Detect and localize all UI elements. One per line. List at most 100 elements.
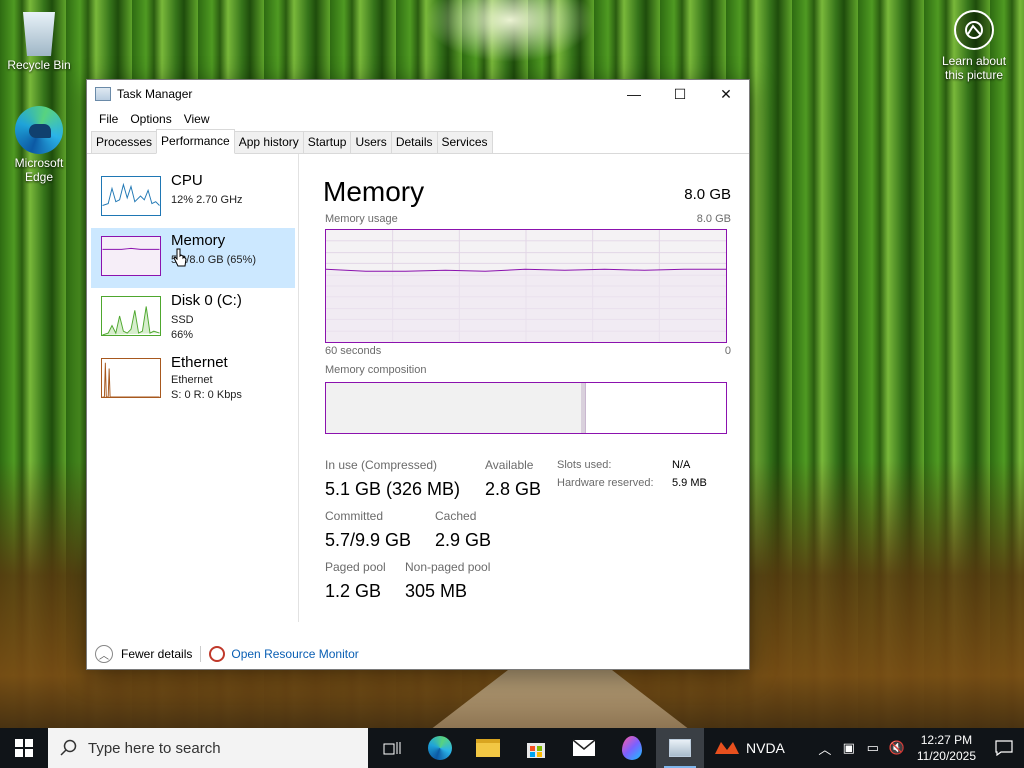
sidebar-item-sub: Ethernet bbox=[171, 374, 213, 386]
sidebar-item-memory[interactable]: Memory 5.2/8.0 GB (65%) bbox=[91, 228, 295, 288]
sidebar-item-ethernet[interactable]: Ethernet Ethernet S: 0 R: 0 Kbps bbox=[91, 350, 295, 410]
performance-content: CPU 12% 2.70 GHz Memory 5.2/8.0 GB (65%)… bbox=[87, 154, 749, 669]
mail-icon bbox=[572, 739, 596, 756]
paged-pool-label: Paged pool bbox=[325, 560, 386, 574]
maximize-button[interactable]: ☐ bbox=[657, 80, 703, 108]
taskbar-store[interactable] bbox=[512, 728, 560, 768]
task-manager-icon bbox=[669, 739, 691, 757]
tab-startup[interactable]: Startup bbox=[302, 131, 352, 153]
slots-used-value: N/A bbox=[672, 459, 691, 471]
composition-modified bbox=[581, 383, 585, 433]
minimize-button[interactable]: — bbox=[611, 80, 657, 108]
chevron-up-icon[interactable]: ︿ bbox=[813, 728, 837, 768]
memory-usage-chart bbox=[325, 229, 727, 343]
windows-logo-icon bbox=[15, 739, 33, 757]
paged-pool-value: 1.2 GB bbox=[325, 581, 382, 601]
memory-composition-bar bbox=[325, 382, 727, 434]
taskbar-file-explorer[interactable] bbox=[464, 728, 512, 768]
taskbar-mail[interactable] bbox=[560, 728, 608, 768]
sidebar-item-title: Memory bbox=[171, 232, 226, 249]
in-use-value: 5.1 GB (326 MB) bbox=[325, 479, 461, 499]
notification-icon bbox=[995, 740, 1013, 756]
fewer-details-link[interactable]: Fewer details bbox=[121, 647, 192, 661]
ethernet-thumbnail-graph bbox=[101, 358, 161, 398]
memory-total: 8.0 GB bbox=[684, 186, 731, 203]
menu-file[interactable]: File bbox=[93, 112, 124, 126]
notification-center-button[interactable] bbox=[984, 728, 1024, 768]
available-value: 2.8 GB bbox=[485, 479, 542, 499]
taskbar-clock[interactable]: 12:27 PM 11/20/2025 bbox=[909, 732, 984, 764]
task-view-icon bbox=[383, 742, 401, 755]
open-resource-monitor-link[interactable]: Open Resource Monitor bbox=[231, 647, 358, 661]
menu-view[interactable]: View bbox=[178, 112, 216, 126]
non-paged-pool-label: Non-paged pool bbox=[405, 560, 491, 574]
wallpaper-path bbox=[430, 670, 690, 730]
close-button[interactable]: ✕ bbox=[703, 80, 749, 108]
disk-thumbnail-graph bbox=[101, 296, 161, 336]
system-tray: ︿ ▣ ▭ 🔇 12:27 PM 11/20/2025 bbox=[813, 728, 1024, 768]
desktop-icon-recycle-bin[interactable]: Recycle Bin bbox=[1, 8, 77, 72]
taskbar-nvda[interactable]: NVDA bbox=[714, 740, 785, 756]
memory-thumbnail-graph bbox=[101, 236, 161, 276]
nvda-icon bbox=[715, 742, 739, 754]
sidebar-item-cpu[interactable]: CPU 12% 2.70 GHz bbox=[91, 168, 295, 228]
tab-app-history[interactable]: App history bbox=[233, 131, 304, 153]
time-axis-right: 0 bbox=[724, 345, 731, 357]
edge-icon bbox=[428, 736, 452, 760]
taskbar-paint[interactable] bbox=[608, 728, 656, 768]
sidebar-item-disk[interactable]: Disk 0 (C:) SSD 66% bbox=[91, 288, 295, 348]
search-icon bbox=[60, 739, 77, 756]
taskbar-task-manager[interactable] bbox=[656, 728, 704, 768]
hardware-reserved-label: Hardware reserved: bbox=[557, 477, 654, 489]
desktop-icon-label: Recycle Bin bbox=[7, 58, 71, 72]
start-button[interactable] bbox=[0, 728, 48, 768]
taskbar-edge[interactable] bbox=[416, 728, 464, 768]
sidebar-item-sub: 12% 2.70 GHz bbox=[171, 194, 243, 206]
network-icon[interactable]: ▭ bbox=[861, 728, 885, 768]
tab-performance[interactable]: Performance bbox=[156, 129, 235, 154]
menu-options[interactable]: Options bbox=[124, 112, 177, 126]
learn-about-picture[interactable]: Learn about this picture bbox=[936, 10, 1012, 82]
recycle-bin-icon bbox=[23, 12, 55, 56]
tab-services[interactable]: Services bbox=[436, 131, 493, 153]
folder-icon bbox=[476, 739, 500, 757]
slots-used-label: Slots used: bbox=[557, 459, 612, 471]
nvda-label: NVDA bbox=[746, 740, 785, 756]
cached-label: Cached bbox=[435, 509, 477, 523]
paint-icon bbox=[622, 736, 642, 760]
sidebar-item-sub2: S: 0 R: 0 Kbps bbox=[171, 389, 242, 401]
sidebar-item-title: Disk 0 (C:) bbox=[171, 292, 242, 309]
learn-label: Learn about this picture bbox=[941, 54, 1007, 82]
store-icon bbox=[527, 743, 545, 758]
sidebar-item-title: Ethernet bbox=[171, 354, 228, 371]
task-view-button[interactable] bbox=[368, 728, 416, 768]
volume-muted-icon[interactable]: 🔇 bbox=[885, 728, 909, 768]
available-label: Available bbox=[485, 458, 534, 472]
in-use-label: In use (Compressed) bbox=[325, 458, 438, 472]
clock-time: 12:27 PM bbox=[920, 733, 973, 747]
window-footer: ︿ Fewer details Open Resource Monitor bbox=[87, 636, 749, 672]
taskbar-search-box[interactable]: Type here to search bbox=[48, 728, 368, 768]
memory-usage-label: Memory usage bbox=[325, 213, 398, 225]
sidebar-item-sub2: 66% bbox=[171, 329, 194, 341]
time-axis-left: 60 seconds bbox=[325, 345, 382, 357]
tab-details[interactable]: Details bbox=[390, 131, 438, 153]
tab-strip: Processes Performance App history Startu… bbox=[87, 129, 749, 154]
sidebar-item-title: CPU bbox=[171, 172, 203, 189]
cached-value: 2.9 GB bbox=[435, 530, 492, 550]
memory-usage-max: 8.0 GB bbox=[696, 213, 731, 225]
desktop-icon-microsoft-edge[interactable]: Microsoft Edge bbox=[1, 106, 77, 184]
tab-users[interactable]: Users bbox=[350, 131, 392, 153]
hand-cursor-icon bbox=[173, 248, 187, 267]
title-bar[interactable]: Task Manager — ☐ ✕ bbox=[87, 80, 749, 108]
chevron-up-icon[interactable]: ︿ bbox=[95, 645, 113, 663]
task-manager-icon bbox=[95, 87, 111, 101]
window-title: Task Manager bbox=[117, 87, 193, 101]
resource-monitor-icon bbox=[209, 646, 226, 662]
meet-now-icon[interactable]: ▣ bbox=[837, 728, 861, 768]
edge-icon bbox=[15, 106, 63, 154]
clock-date: 11/20/2025 bbox=[916, 749, 976, 763]
camera-icon bbox=[954, 10, 994, 50]
composition-in-use bbox=[326, 383, 586, 433]
tab-processes[interactable]: Processes bbox=[91, 131, 158, 153]
